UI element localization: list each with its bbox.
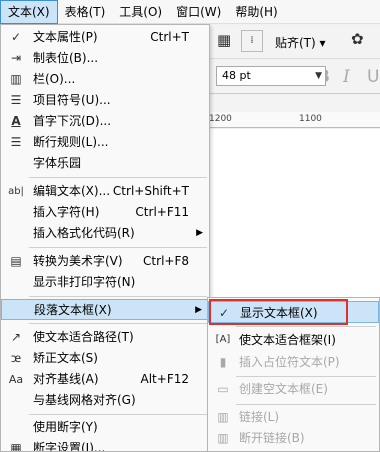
- font-size-field[interactable]: 48 pt ▼: [216, 66, 326, 86]
- menu-item-insert-format-code[interactable]: 插入格式化代码(R) ▶: [1, 223, 209, 244]
- fit-frame-icon: [A]: [215, 334, 231, 345]
- grid-icon[interactable]: ▦: [217, 31, 231, 49]
- menu-item-show-nonprinting[interactable]: 显示非打印字符(N): [1, 272, 209, 293]
- convert-text-icon: ▤: [10, 254, 22, 268]
- menu-separator: [29, 414, 207, 415]
- menu-separator: [236, 326, 376, 327]
- bullet-list-icon: ☰: [10, 93, 22, 107]
- submenu-arrow-icon: ▶: [196, 228, 203, 238]
- menu-item-use-hyphenation[interactable]: 使用断字(Y): [1, 417, 209, 438]
- menu-item-tabs[interactable]: ⇥ 制表位(B)...: [1, 48, 209, 69]
- baseline-icon: Aa: [8, 373, 24, 386]
- line-break-icon: ☰: [10, 135, 22, 149]
- submenu-item-insert-placeholder[interactable]: ▮ 插入占位符文本(P): [208, 351, 379, 373]
- menu-item-align-to-baseline-grid[interactable]: 与基线网格对齐(G): [1, 390, 209, 411]
- check-icon: ✓: [10, 30, 22, 44]
- empty-frame-icon: ▭: [217, 382, 229, 396]
- placeholder-icon: ▮: [219, 355, 227, 369]
- menu-separator: [29, 296, 207, 297]
- menu-item-font-playground[interactable]: 字体乐园: [1, 153, 209, 174]
- menu-separator: [236, 376, 376, 377]
- submenu-item-link[interactable]: ▥ 链接(L): [208, 406, 379, 428]
- text-menu: ✓ 文本属性(P) Ctrl+T ⇥ 制表位(B)... ▥ 栏(O)... ☰ 项目符号…: [0, 24, 210, 452]
- menu-bar: 文本(X) 表格(T) 工具(O) 窗口(W) 帮助(H): [0, 0, 380, 24]
- menu-item-convert-to-artistic[interactable]: ▤ 转换为美术字(V) Ctrl+F8: [1, 251, 209, 272]
- horizontal-ruler: 1200 1100: [205, 112, 380, 128]
- check-icon: ✓: [218, 306, 230, 320]
- drop-cap-icon: A: [11, 114, 21, 128]
- menu-separator: [236, 404, 376, 405]
- ruler-tick-label: 1100: [299, 114, 322, 124]
- standard-toolbar: ▦ ⁞ 贴齐(T) ▾ ✿: [205, 25, 380, 59]
- menubar-help[interactable]: 帮助(H): [228, 0, 284, 24]
- menu-separator: [29, 247, 207, 248]
- underline-button[interactable]: U: [367, 67, 379, 87]
- gear-icon[interactable]: ✿: [351, 30, 364, 48]
- submenu-item-fit-text-to-frame[interactable]: [A] 使文本适合框架(I): [208, 329, 379, 351]
- path-icon: ↗: [10, 330, 22, 344]
- unlink-icon: ▥: [217, 431, 229, 445]
- hyphenation-icon: ▦: [10, 441, 22, 452]
- menu-item-text-properties[interactable]: ✓ 文本属性(P) Ctrl+T: [1, 27, 209, 48]
- link-icon: ▥: [217, 410, 229, 424]
- ruler-tick-label: 1200: [209, 114, 232, 124]
- submenu-item-show-text-frame[interactable]: ✓ 显示文本框(X): [208, 301, 379, 323]
- italic-button[interactable]: I: [343, 67, 350, 87]
- menu-item-columns[interactable]: ▥ 栏(O)...: [1, 69, 209, 90]
- menu-item-edit-text[interactable]: ab| 编辑文本(X)... Ctrl+Shift+T: [1, 181, 209, 202]
- ruler-gap: [205, 95, 380, 112]
- menu-separator: [29, 177, 207, 178]
- menu-item-align-baseline[interactable]: Aa 对齐基线(A) Alt+F12: [1, 369, 209, 390]
- menubar-table[interactable]: 表格(T): [58, 0, 113, 24]
- menu-item-hyphenation-settings[interactable]: ▦ 断字设置(I)...: [1, 438, 209, 452]
- edit-text-icon: ab|: [8, 186, 24, 197]
- menu-item-straighten-text[interactable]: ꭢ 矫正文本(S): [1, 348, 209, 369]
- submenu-item-create-empty-frame[interactable]: ▭ 创建空文本框(E): [208, 378, 379, 400]
- menu-separator: [29, 323, 207, 324]
- guidelines-icon[interactable]: ⁞: [241, 30, 263, 52]
- columns-icon: ▥: [10, 72, 22, 86]
- menubar-tools[interactable]: 工具(O): [112, 0, 169, 24]
- menu-item-drop-cap[interactable]: A 首字下沉(D)...: [1, 111, 209, 132]
- tabs-icon: ⇥: [10, 51, 22, 65]
- chevron-down-icon[interactable]: ▼: [315, 67, 322, 85]
- menu-item-line-break-rules[interactable]: ☰ 断行规则(L)...: [1, 132, 209, 153]
- submenu-arrow-icon: ▶: [195, 305, 202, 315]
- paragraph-frame-submenu: ✓ 显示文本框(X) [A] 使文本适合框架(I) ▮ 插入占位符文本(P) ▭ 创建空…: [207, 297, 380, 452]
- menu-item-bullets[interactable]: ☰ 项目符号(U)...: [1, 90, 209, 111]
- straighten-text-icon: ꭢ: [10, 351, 22, 365]
- menu-item-fit-text-to-path[interactable]: ↗ 使文本适合路径(T): [1, 327, 209, 348]
- menubar-text[interactable]: 文本(X): [0, 0, 58, 24]
- submenu-item-unlink[interactable]: ▥ 断开链接(B): [208, 427, 379, 449]
- menubar-window[interactable]: 窗口(W): [169, 0, 228, 24]
- snap-to-button[interactable]: 贴齐(T) ▾: [275, 34, 326, 51]
- menu-item-insert-character[interactable]: 插入字符(H) Ctrl+F11: [1, 202, 209, 223]
- menu-item-paragraph-frame[interactable]: 段落文本框(X) ▶: [1, 299, 209, 320]
